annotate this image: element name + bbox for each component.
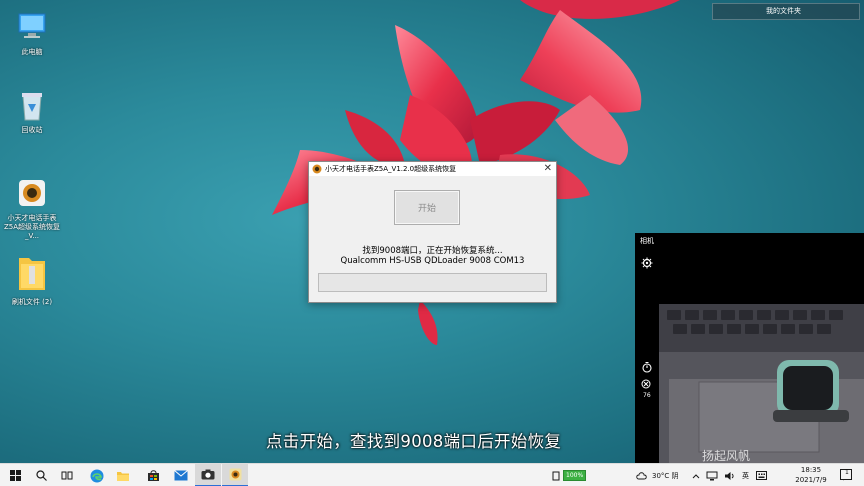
weather-widget[interactable]: 30°C 阴	[636, 464, 679, 486]
start-windows-icon[interactable]	[2, 464, 28, 486]
dialog-title: 小天才电话手表Z5A_V1.2.0超级系统恢复	[325, 165, 457, 173]
clock-date: 2021/7/9	[795, 476, 827, 484]
task-view-icon[interactable]	[54, 464, 80, 486]
desktop-icon-flash-folder[interactable]: 刷机文件 (2)	[2, 250, 62, 307]
camera-title: 相机	[640, 237, 654, 245]
mail-icon[interactable]	[168, 464, 194, 486]
close-icon[interactable]: ✕	[544, 162, 552, 176]
camera-counter: 76	[643, 392, 651, 399]
my-folder-label[interactable]: 我的文件夹	[712, 3, 860, 20]
timer-icon[interactable]	[641, 361, 653, 376]
app-icon	[312, 164, 322, 174]
video-subtitle: 点击开始，查找到9008端口后开始恢复	[266, 432, 562, 451]
notification-count: 1	[845, 469, 849, 476]
battery-percent: 100%	[563, 470, 587, 481]
desktop-icon-recovery-app[interactable]: 小天才电话手表Z5A超级系统恢复_V...	[2, 176, 62, 241]
desktop-icon-label: 回收站	[21, 126, 43, 134]
recovery-app-taskbar-icon[interactable]	[222, 464, 248, 486]
recycle-bin-icon	[15, 88, 49, 122]
clock-time: 18:35	[800, 466, 822, 474]
network-icon[interactable]	[706, 464, 718, 486]
search-icon[interactable]	[28, 464, 54, 486]
taskbar-clock[interactable]: 18:35 2021/7/9	[790, 465, 832, 485]
battery-indicator[interactable]: 100%	[552, 464, 587, 486]
folder-icon	[15, 250, 49, 294]
cancel-circle-icon[interactable]	[641, 379, 651, 392]
status-device-name: Qualcomm HS-USB QDLoader 9008 COM13	[340, 256, 525, 266]
dialog-titlebar[interactable]: 小天才电话手表Z5A_V1.2.0超级系统恢复 ✕	[309, 162, 556, 176]
channel-watermark: 扬起风帆	[702, 449, 751, 463]
file-explorer-icon[interactable]	[110, 464, 136, 486]
app-icon	[15, 176, 49, 210]
settings-gear-icon[interactable]	[641, 257, 653, 272]
ime-indicator[interactable]: 英	[742, 464, 749, 486]
edge-browser-icon[interactable]	[84, 464, 110, 486]
camera-app-icon[interactable]	[195, 464, 221, 486]
desktop-icon-this-pc[interactable]: 此电脑	[2, 10, 62, 57]
desktop-icon-label: 小天才电话手表Z5A超级系统恢复_V...	[3, 214, 61, 240]
store-icon[interactable]	[140, 464, 166, 486]
pc-icon	[15, 10, 49, 44]
desktop-icon-recycle-bin[interactable]: 回收站	[2, 88, 62, 135]
keyboard-icon[interactable]	[756, 464, 767, 486]
desktop-icon-label: 刷机文件 (2)	[11, 298, 53, 306]
weather-text: 30°C 阴	[652, 471, 679, 480]
progress-bar	[318, 273, 547, 292]
taskbar: 100% 30°C 阴 英 18:35 2021/7/9 1	[0, 463, 864, 486]
notification-center-icon[interactable]: 1	[840, 467, 852, 483]
start-button[interactable]: 开始	[394, 190, 460, 225]
tray-chevron-icon[interactable]	[692, 464, 700, 486]
camera-feed	[659, 304, 864, 463]
camera-window: 相机 76	[635, 233, 864, 463]
volume-icon[interactable]	[724, 464, 735, 486]
recovery-dialog: 小天才电话手表Z5A_V1.2.0超级系统恢复 ✕ 开始 找到9008端口，正在…	[308, 161, 557, 303]
status-port-found: 找到9008端口，正在开始恢复系统...	[362, 246, 503, 256]
desktop-icon-label: 此电脑	[21, 48, 43, 56]
